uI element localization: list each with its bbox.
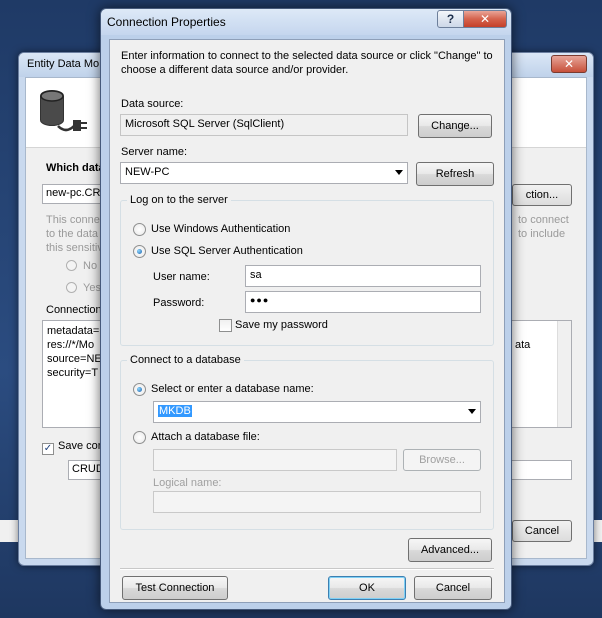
database-plug-icon bbox=[40, 90, 87, 132]
connection-string-right-text: ata bbox=[515, 339, 531, 351]
wizard-title: Entity Data Mo bbox=[27, 58, 100, 70]
instructions-line-2: choose a different data source and/or pr… bbox=[121, 64, 349, 76]
windows-auth-radio[interactable] bbox=[133, 223, 146, 236]
connection-properties-dialog: Connection Properties ? ✕ Enter informat… bbox=[100, 8, 512, 610]
info-text-right-2: to include bbox=[518, 228, 566, 240]
database-name-combo[interactable]: MKDB bbox=[153, 401, 481, 423]
change-button[interactable]: Change... bbox=[418, 114, 492, 138]
server-name-combo[interactable]: NEW-PC bbox=[120, 162, 408, 184]
radio-no-option[interactable]: No bbox=[66, 260, 97, 272]
chevron-down-icon[interactable] bbox=[395, 170, 403, 175]
sql-auth-label[interactable]: Use SQL Server Authentication bbox=[151, 245, 303, 257]
button-separator bbox=[120, 568, 494, 570]
radio-yes-option[interactable]: Yes bbox=[66, 282, 101, 294]
connection-string-line-3: source=NE bbox=[47, 353, 102, 365]
select-database-label[interactable]: Select or enter a database name: bbox=[151, 383, 314, 395]
dialog-client-area: Enter information to connect to the sele… bbox=[109, 39, 505, 603]
refresh-button[interactable]: Refresh bbox=[416, 162, 494, 186]
connection-string-line-4: security=T bbox=[47, 367, 99, 379]
dialog-title: Connection Properties bbox=[107, 15, 226, 29]
windows-auth-label[interactable]: Use Windows Authentication bbox=[151, 223, 290, 235]
which-data-label: Which data bbox=[46, 162, 105, 174]
password-input[interactable]: ●●● bbox=[245, 291, 481, 313]
save-password-checkbox[interactable] bbox=[219, 319, 232, 332]
logical-name-label: Logical name: bbox=[153, 477, 222, 489]
connection-string-line-2: res://*/Mo bbox=[47, 339, 95, 351]
password-label: Password: bbox=[153, 297, 205, 309]
save-connection-checkbox: ✓ bbox=[42, 443, 54, 455]
dialog-titlebar: Connection Properties ? ✕ bbox=[101, 9, 511, 35]
ok-button[interactable]: OK bbox=[328, 576, 406, 600]
connection-string-line-1: metadata= bbox=[47, 325, 100, 337]
new-connection-button[interactable]: ction... bbox=[512, 184, 572, 206]
data-source-label: Data source: bbox=[121, 98, 184, 110]
cancel-button[interactable]: Cancel bbox=[414, 576, 492, 600]
save-connection-option[interactable]: ✓ Save con bbox=[42, 440, 104, 455]
server-name-value: NEW-PC bbox=[125, 166, 170, 178]
advanced-button[interactable]: Advanced... bbox=[408, 538, 492, 562]
help-icon[interactable]: ? bbox=[437, 10, 464, 28]
connection-combo[interactable]: new-pc.CR bbox=[42, 184, 106, 204]
data-source-field: Microsoft SQL Server (SqlClient) bbox=[120, 114, 408, 136]
sql-auth-radio[interactable] bbox=[133, 245, 146, 258]
server-name-label: Server name: bbox=[121, 146, 188, 158]
info-text-right-1: to connect bbox=[518, 214, 569, 226]
logical-name-input[interactable] bbox=[153, 491, 481, 513]
attach-file-input[interactable] bbox=[153, 449, 397, 471]
radio-no-icon bbox=[66, 260, 77, 271]
close-icon[interactable]: ✕ bbox=[463, 10, 507, 28]
connect-database-group: Connect to a database Select or enter a … bbox=[120, 354, 494, 530]
instructions-line-1: Enter information to connect to the sele… bbox=[121, 50, 493, 62]
logon-group-label: Log on to the server bbox=[127, 194, 231, 206]
wizard-close-icon[interactable]: ✕ bbox=[551, 55, 587, 73]
test-connection-button[interactable]: Test Connection bbox=[122, 576, 228, 600]
select-database-radio[interactable] bbox=[133, 383, 146, 396]
logon-group: Log on to the server Use Windows Authent… bbox=[120, 194, 494, 346]
info-text-line-2: to the data bbox=[46, 228, 98, 240]
browse-button[interactable]: Browse... bbox=[403, 449, 481, 471]
connection-string-scrollbar[interactable] bbox=[557, 321, 571, 427]
attach-database-radio[interactable] bbox=[133, 431, 146, 444]
connect-database-group-label: Connect to a database bbox=[127, 354, 244, 366]
info-text-line-3: this sensitiv bbox=[46, 242, 103, 254]
radio-yes-icon bbox=[66, 282, 77, 293]
user-name-label: User name: bbox=[153, 271, 210, 283]
user-name-input[interactable]: sa bbox=[245, 265, 481, 287]
attach-database-label[interactable]: Attach a database file: bbox=[151, 431, 260, 443]
save-password-label[interactable]: Save my password bbox=[235, 319, 328, 331]
wizard-cancel-button[interactable]: Cancel bbox=[512, 520, 572, 542]
chevron-down-icon[interactable] bbox=[468, 409, 476, 414]
info-text-line-1: This conne bbox=[46, 214, 100, 226]
connection-string-label: Connection bbox=[46, 304, 102, 316]
database-name-value: MKDB bbox=[158, 405, 192, 417]
